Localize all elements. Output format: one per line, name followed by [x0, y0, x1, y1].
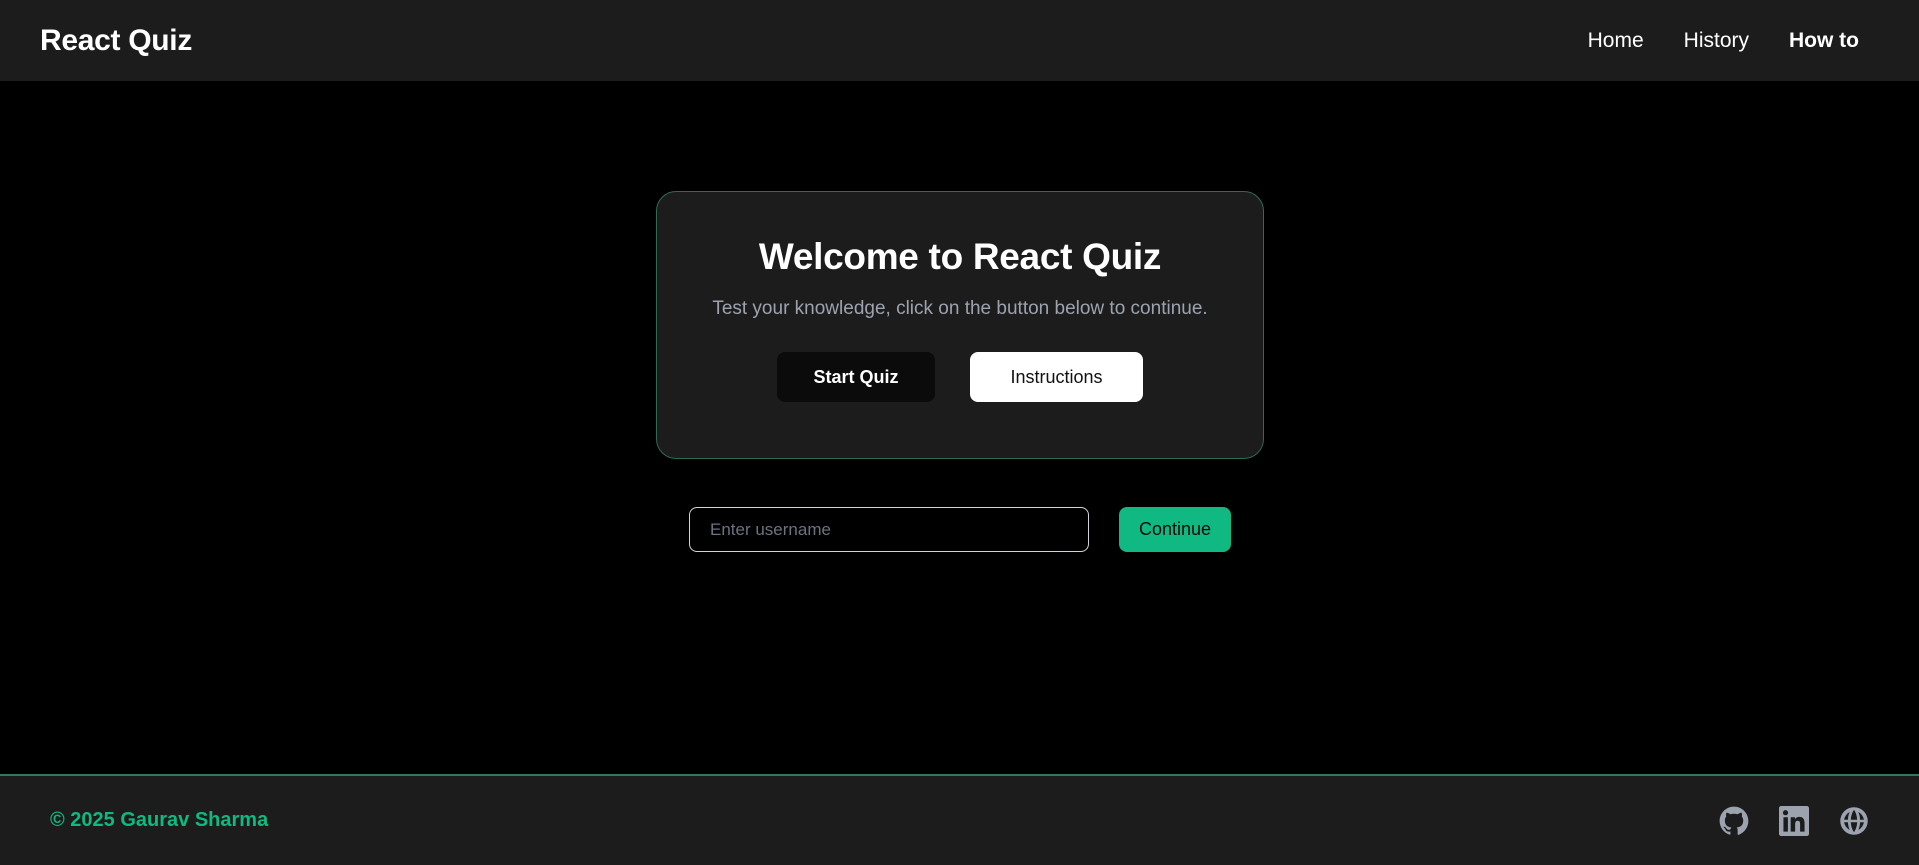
- nav-how-to[interactable]: How to: [1789, 29, 1859, 53]
- username-form: Continue: [689, 507, 1231, 552]
- navbar: React Quiz Home History How to: [0, 0, 1919, 81]
- welcome-actions: Start Quiz Instructions: [777, 352, 1143, 402]
- brand-logo[interactable]: React Quiz: [40, 24, 192, 58]
- copyright-text: © 2025 Gaurav Sharma: [50, 809, 269, 831]
- globe-icon[interactable]: [1839, 806, 1869, 836]
- footer: © 2025 Gaurav Sharma: [0, 774, 1919, 865]
- welcome-title: Welcome to React Quiz: [758, 236, 1162, 277]
- welcome-subtitle: Test your knowledge, click on the button…: [712, 298, 1208, 319]
- main-content: Welcome to React Quiz Test your knowledg…: [0, 81, 1919, 774]
- app-root: React Quiz Home History How to Welcome t…: [0, 0, 1919, 865]
- linkedin-icon[interactable]: [1779, 805, 1809, 836]
- continue-button[interactable]: Continue: [1119, 507, 1231, 552]
- welcome-card: Welcome to React Quiz Test your knowledg…: [656, 191, 1264, 459]
- start-quiz-button[interactable]: Start Quiz: [777, 352, 935, 402]
- instructions-button[interactable]: Instructions: [970, 352, 1143, 402]
- nav-links: Home History How to: [1588, 29, 1859, 53]
- nav-history[interactable]: History: [1684, 29, 1749, 53]
- github-icon[interactable]: [1719, 806, 1749, 836]
- social-links: [1719, 805, 1869, 836]
- username-input[interactable]: [689, 507, 1089, 552]
- nav-home[interactable]: Home: [1588, 29, 1644, 53]
